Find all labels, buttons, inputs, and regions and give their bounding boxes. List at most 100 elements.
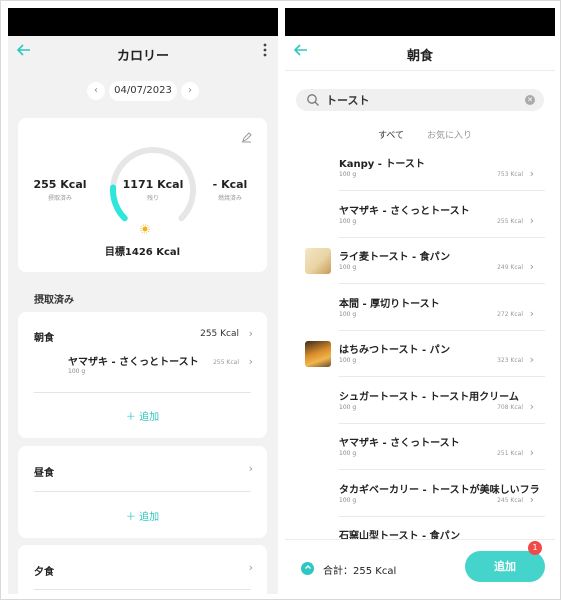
food-kcal: 251 Kcal [497,450,523,457]
status-bar [285,8,555,36]
more-menu-icon[interactable] [260,43,270,63]
remaining-summary: 1171 Kcal 残り [118,178,188,202]
add-food-button[interactable]: ＋ 追加 [18,508,267,523]
previous-day-button[interactable]: ‹ [87,82,105,100]
food-amount: 100 g [339,357,357,364]
add-food-button[interactable]: ＋ 追加 [18,408,267,423]
edit-goal-icon[interactable] [241,132,253,144]
chevron-right-icon: › [529,492,534,506]
meal-title: 昼食 [34,468,54,479]
intake-label: 摂取済み [47,195,72,202]
meal-title: 夕食 [34,567,54,578]
meal-card-lunch: 昼食 › ＋ 追加 [18,446,267,538]
search-icon [306,92,320,106]
food-kcal: 255 Kcal [497,217,523,225]
chevron-right-icon: › [529,446,534,459]
food-kcal: 255 Kcal [213,359,239,366]
food-name: はちみつトースト - パン [339,345,451,356]
sun-icon [140,219,150,234]
food-name: 本間 - 厚切りトースト [339,298,440,310]
food-result-row[interactable]: ライ麦トースト - 食パン 100 g 249 Kcal › [285,238,555,284]
food-result-row[interactable]: 本間 - 厚切りトースト 100 g 272 Kcal › [285,285,555,331]
meal-kcal: 255 Kcal [200,329,239,339]
meal-card-breakfast: 朝食 255 Kcal › ヤマザキ - さくっとトースト 100 g 255 … [18,312,267,438]
burned-label: 燃焼済み [217,195,242,202]
chevron-right-icon: › [529,399,534,413]
food-kcal: 245 Kcal [497,496,523,504]
food-result-row[interactable]: ヤマザキ - さくっトースト 100 g 251 Kcal › [285,424,555,470]
food-amount: 100 g [339,264,357,271]
next-day-button[interactable]: › [181,82,199,100]
chevron-right-icon[interactable]: › [249,327,253,340]
app-bar: 朝食 [285,36,555,71]
food-result-row[interactable]: タカギベーカリー - トーストが美味しいフラ 100 g 245 Kcal › [285,471,555,517]
chevron-right-icon: › [248,355,253,368]
food-search-screen: 朝食 ✕ すべて お気に入り Kanpy - トースト100 g753 Kcal… [285,8,555,594]
intake-value: 255 Kcal [33,178,87,191]
section-label-consumed: 摂取済み [34,295,74,306]
burned-summary: - Kcal 燃焼済み [204,178,256,202]
page-title: 朝食 [406,49,433,64]
food-result-row[interactable]: シュガートースト - トースト用クリーム 100 g 708 Kcal › [285,378,555,424]
food-amount: 100 g [339,310,357,318]
calorie-screen: カロリー ‹ 04/07/2023 › 255 Kcal 摂取済み 1171 K… [8,8,278,594]
goal-text: 目標1426 Kcal [104,247,181,258]
add-button[interactable]: 追加 [465,551,545,582]
bottom-bar: 合計：255 Kcal 追加 1 [285,539,555,594]
date-display[interactable]: 04/07/2023 [109,81,177,101]
app-bar: カロリー [8,36,278,70]
chevron-right-icon: › [529,306,534,320]
screenshot-frame: カロリー ‹ 04/07/2023 › 255 Kcal 摂取済み 1171 K… [0,0,561,600]
divider [34,589,251,590]
search-input[interactable] [326,93,506,106]
food-result-row[interactable]: Kanpy - トースト 100 g 753 Kcal › [285,145,555,191]
intake-summary: 255 Kcal 摂取済み [32,178,88,202]
chevron-right-icon: › [529,353,534,366]
food-thumbnail [305,341,331,367]
tab-favorites[interactable]: お気に入り [427,128,472,141]
chevron-right-icon: › [529,260,534,273]
selected-count-badge: 1 [528,541,542,555]
meal-card-dinner: 夕食 › [18,545,267,594]
date-selector: ‹ 04/07/2023 › [8,70,278,110]
food-name: ライ麦トースト - 食パン [339,252,451,263]
status-bar [8,8,278,36]
total-calories: 合計：255 Kcal [323,566,397,577]
remaining-value: 1171 Kcal [122,178,184,191]
food-name: Kanpy - トースト [339,159,425,170]
food-name: タカギベーカリー - トーストが美味しいフラ [339,484,540,496]
food-amount: 100 g [68,368,86,375]
food-result-row[interactable]: はちみつトースト - パン 100 g 323 Kcal › [285,331,555,377]
calorie-summary-card: 255 Kcal 摂取済み 1171 Kcal 残り - Kcal 燃焼済み 目… [18,118,267,272]
food-name: ヤマザキ - さくっとトースト [339,205,470,217]
food-amount: 100 g [339,403,357,411]
chevron-right-icon[interactable]: › [249,561,253,574]
chevron-right-icon[interactable]: › [249,462,253,475]
food-amount: 100 g [339,217,357,225]
food-name: ヤマザキ - さくっとトースト [68,357,199,368]
food-kcal: 708 Kcal [497,403,523,411]
food-thumbnail [305,248,331,274]
burned-value: - Kcal [212,178,248,191]
meal-title: 朝食 [34,333,54,344]
food-name: シュガートースト - トースト用クリーム [339,391,519,403]
expand-up-icon[interactable] [301,562,314,575]
page-title: カロリー [116,49,169,64]
divider [34,392,251,393]
search-bar: ✕ [296,89,544,111]
food-name: ヤマザキ - さくっトースト [339,438,460,449]
divider [34,491,251,492]
remaining-label: 残り [146,195,159,202]
food-kcal: 753 Kcal [497,171,523,178]
food-amount: 100 g [339,171,357,178]
food-kcal: 323 Kcal [497,357,523,364]
clear-search-icon[interactable]: ✕ [525,95,535,105]
food-kcal: 249 Kcal [497,264,523,271]
chevron-right-icon: › [529,213,534,227]
food-amount: 100 g [339,496,357,504]
food-kcal: 272 Kcal [497,310,523,318]
tab-all[interactable]: すべて [378,128,404,141]
food-amount: 100 g [339,450,357,457]
chevron-right-icon: › [529,167,534,180]
food-result-row[interactable]: ヤマザキ - さくっとトースト 100 g 255 Kcal › [285,192,555,238]
